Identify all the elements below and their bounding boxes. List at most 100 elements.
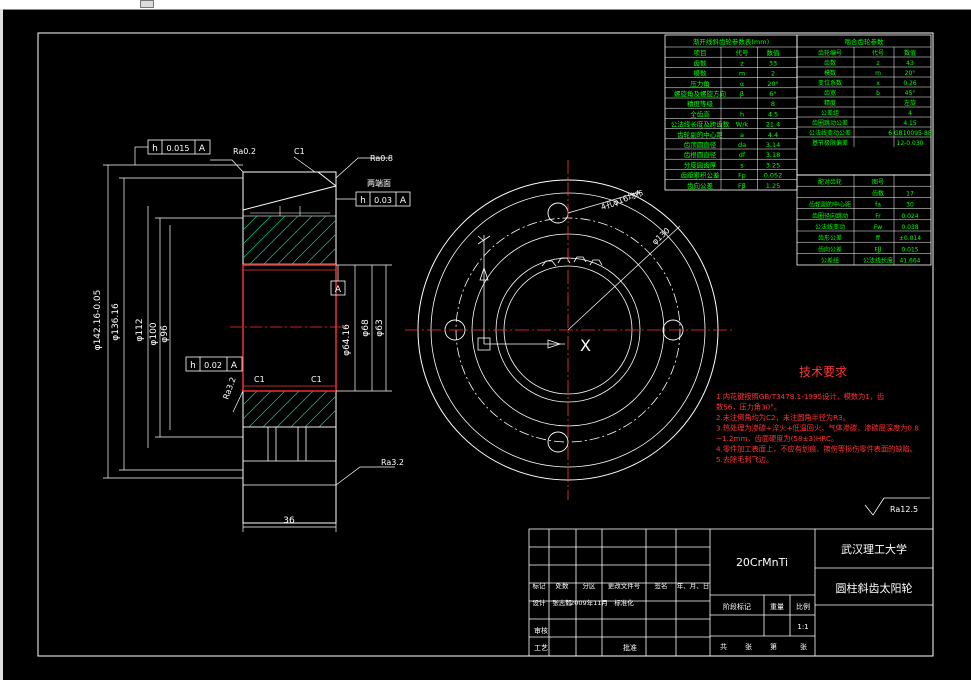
svg-text:0.03: 0.03 (374, 196, 392, 205)
table-cell: 螺旋角及螺旋方向 (674, 89, 726, 98)
table-cell: 项目 (694, 49, 707, 57)
table-cell: 4.5 (768, 110, 778, 118)
front-view: X (405, 160, 735, 500)
tech-req-item: 4.零件加工表面上，不应有划痕、擦伤等损伤零件表面的缺陷。 (716, 445, 917, 454)
hole-top (547, 202, 569, 224)
school-name: 武汉理工大学 (841, 542, 907, 556)
chamfer-top: C1 (294, 147, 305, 156)
table-cell: 43 (906, 60, 914, 67)
table-cell: 基节极限偏差 (812, 139, 848, 147)
table-cell: ff (876, 235, 881, 242)
table-cell: m (875, 70, 881, 77)
section-view: φ142.16-0.05 φ136.16 φ112 φ100 φ96 φ64.1… (93, 139, 411, 532)
table-cell: s (740, 161, 744, 169)
table-cell: m (739, 70, 745, 78)
table-cell: 41.664 (900, 258, 921, 265)
tech-req-item: 1.内花键按照GB/T3478.1-1995设计，模数为1，齿 (716, 392, 884, 401)
title-block-label: 2009年11月 (570, 598, 608, 607)
table-cell: 数值 (904, 49, 916, 57)
svg-text:0.02: 0.02 (204, 361, 222, 370)
table-cell: α (740, 80, 744, 88)
table-cell: 3.14 (766, 141, 780, 149)
table-cell: da (738, 141, 746, 149)
title-block-row2: 设计 张志毅2009年11月 标准化 (533, 598, 635, 607)
table-cell: h (740, 110, 744, 118)
table-cell: 4.15 (903, 120, 917, 127)
title-block-label: 签名 (655, 581, 668, 590)
table-cell: 数值 (767, 48, 781, 57)
gear-table-left-rows: 项目 代号 数值齿数 z 33 模数 m 2 压力角 α 20° 螺旋角及螺旋方向 β 6° 精度等级 8 全齿… (665, 46, 797, 190)
table-cell: 图号 (872, 179, 884, 186)
table-cell: z (876, 60, 879, 67)
table-cell: 20° (905, 70, 916, 77)
dim-outer-dia: φ142.16-0.05 (93, 290, 103, 351)
ucs-icon (477, 235, 565, 351)
table-cell: W/k (736, 121, 749, 129)
svg-text:h: h (190, 361, 196, 371)
table-cell: 左旋 (904, 99, 916, 107)
dim-96: φ96 (160, 325, 170, 343)
table-cell: 0.015 (901, 246, 918, 253)
svg-text:审核: 审核 (534, 626, 548, 635)
svg-text:工艺: 工艺 (534, 644, 548, 652)
table-cell: 变位系数 (818, 79, 842, 87)
tolerance-frame-top: h 0.015 A (134, 139, 211, 165)
dim-bore-r1: φ68 (361, 319, 371, 337)
ucs-x-label: X (580, 336, 591, 355)
table-cell: 齿向公差 (687, 181, 714, 190)
table-cell: 0.052 (764, 172, 783, 180)
teeth-bottom (242, 426, 337, 486)
table-cell: 30 (906, 202, 914, 209)
title-block-label: 年、月、日 (677, 581, 710, 590)
table-cell: β (740, 90, 744, 98)
tech-req-item: 数56，压力角30°。 (716, 403, 781, 412)
scale-value: 1:1 (797, 623, 808, 631)
table-cell: ±0.014 (899, 235, 921, 242)
table-cell: 公法线长度 (863, 257, 893, 265)
ra-global: Ra12.5 (890, 505, 918, 514)
title-block-label: 标准化 (614, 598, 634, 607)
dim-112: φ112 (135, 318, 145, 341)
tech-req-item: 2.未注倒角均为C2，未注圆角半径为R3。 (716, 413, 850, 422)
table-cell: 齿距累积公差 (681, 171, 721, 180)
table-cell: 齿数 (824, 59, 836, 67)
table-cell: 0.26 (903, 80, 917, 87)
table-cell: 代号 (872, 49, 884, 57)
svg-text:张: 张 (745, 642, 752, 651)
table-cell: 17 (906, 190, 914, 197)
chamfer-low-left: C1 (254, 375, 265, 384)
cad-canvas[interactable]: φ142.16-0.05 φ136.16 φ112 φ100 φ96 φ64.1… (0, 0, 971, 680)
ra-top-right: Ra0.8 (370, 154, 393, 163)
table-cell: 压力角 (690, 79, 710, 88)
table-cell: 配对齿轮 (818, 178, 842, 186)
table-cell: 精度等级 (687, 99, 714, 108)
title-block-label: 更改文件号 (608, 581, 641, 590)
table-cell: 齿顶圆直径 (684, 140, 717, 149)
table-cell: 4 (908, 110, 912, 117)
drawing-frame (37, 32, 934, 657)
table-cell: 代号 (736, 48, 750, 57)
table-cell: 模数 (694, 69, 708, 78)
tech-req-item: ~1.2mm，齿面硬度为(58±3)HRC。 (716, 434, 838, 443)
svg-text:h: h (360, 196, 366, 206)
ra-top-left: Ra0.2 (233, 147, 256, 156)
dim-width: 36 (283, 516, 295, 526)
hole-bottom (547, 431, 569, 453)
title-block-row1: 标记 处数 分区 更改文件号 签名 年、月、日 (533, 581, 710, 590)
svg-text:啮合齿轮参数: 啮合齿轮参数 (845, 37, 885, 46)
table-cell: 20° (767, 80, 779, 88)
table-cell: 33 (769, 59, 777, 67)
table-cell: 公差组 (821, 109, 839, 117)
tech-req-item: 5.去除毛刺飞边。 (716, 455, 773, 464)
table-cell: 公差组 (821, 257, 839, 265)
table-cell: Fp (738, 172, 746, 180)
table-cell: 齿轮编号 (818, 49, 842, 57)
table-cell: 齿宽 (824, 89, 836, 97)
table-cell: 21.4 (766, 121, 780, 129)
tolerance-frame-low: h 0.02 A (185, 356, 243, 372)
chamfer-low-right: C1 (311, 375, 322, 384)
datum-a-bore: A (330, 265, 346, 296)
table-cell: df (739, 151, 746, 159)
table-cell: z (740, 59, 744, 67)
table-cell: 分度圆齿厚 (684, 160, 717, 169)
